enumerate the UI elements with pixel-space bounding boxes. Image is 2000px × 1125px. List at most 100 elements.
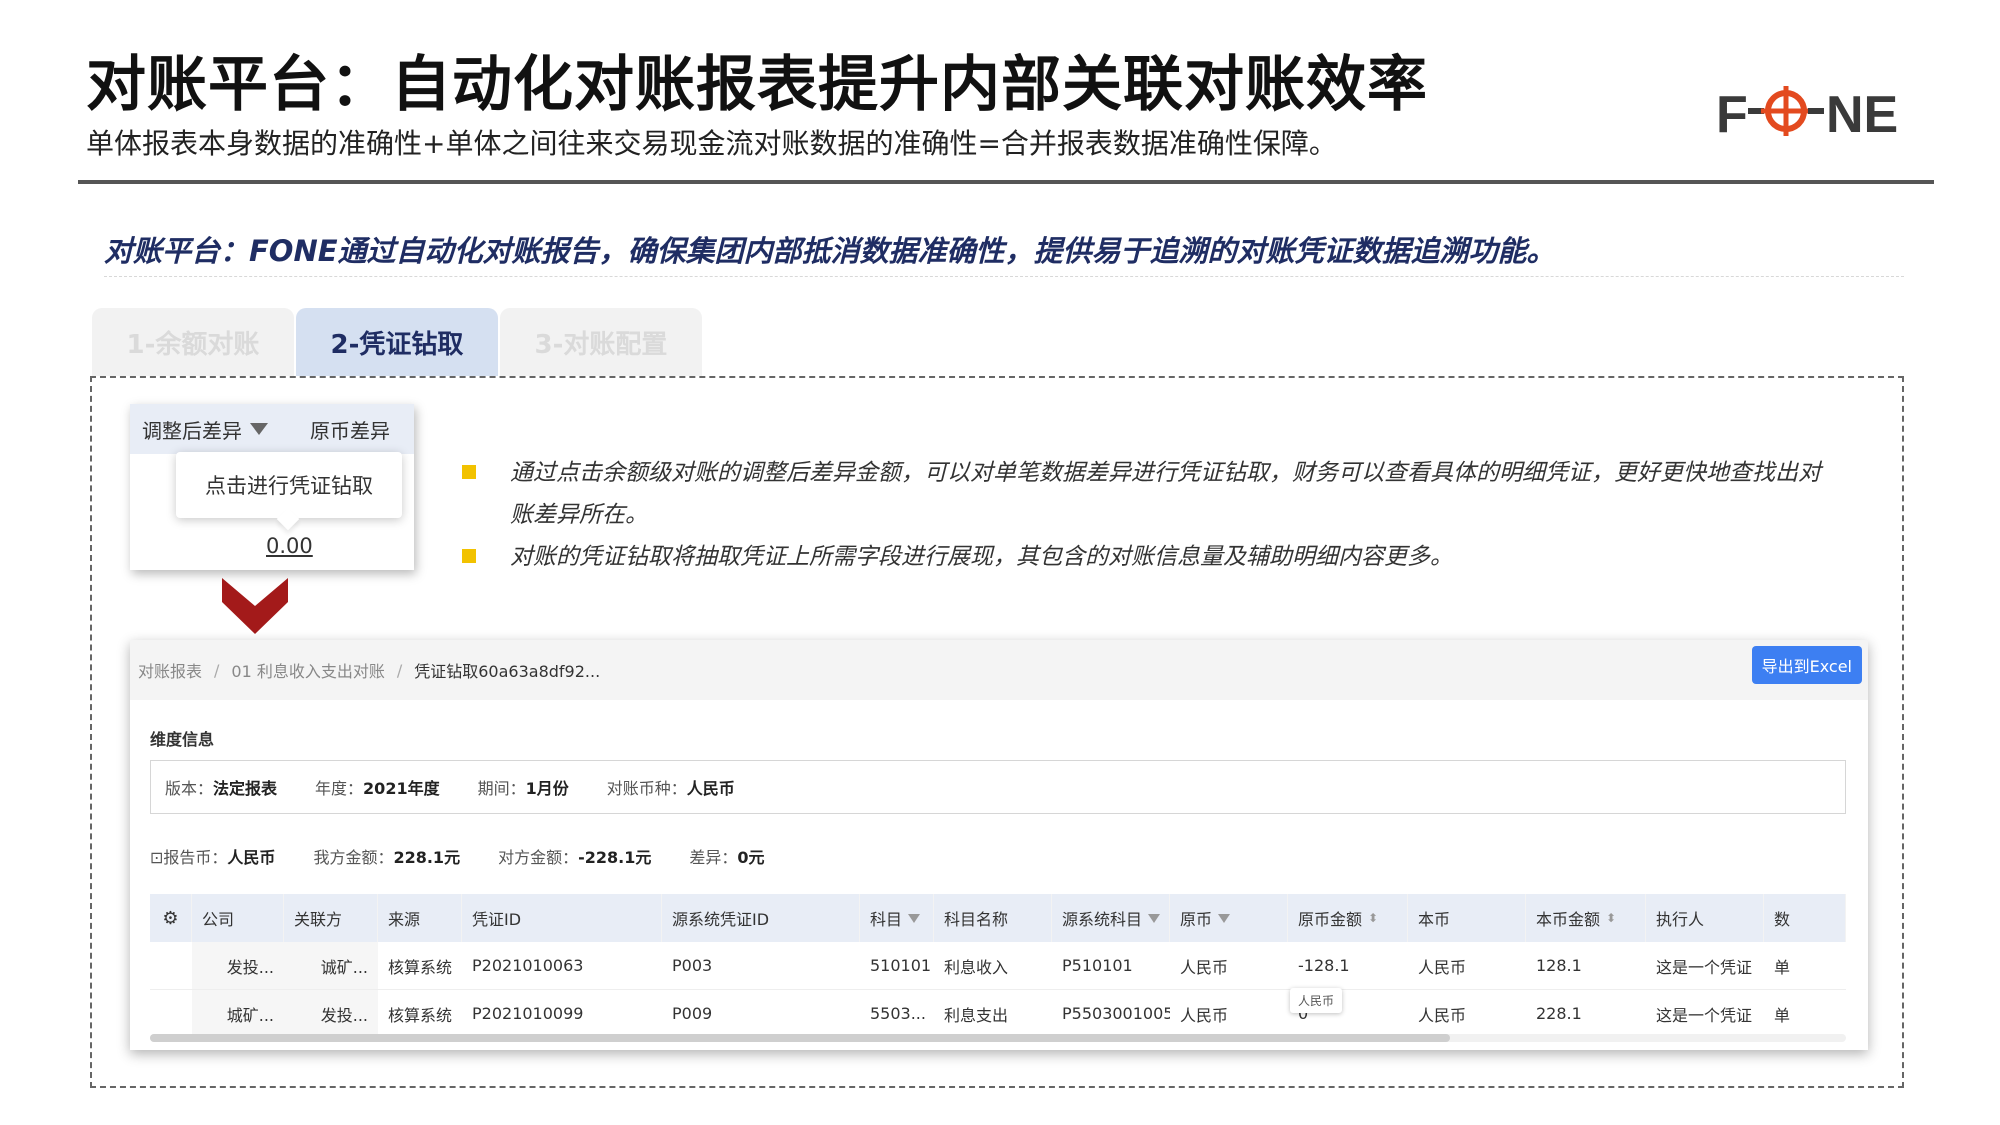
- cell-source: 核算系统: [378, 990, 462, 1037]
- table-row[interactable]: 城矿... 发投... 核算系统 P2021010099 P009 5503..…: [150, 990, 1846, 1038]
- cell-source: 核算系统: [378, 942, 462, 989]
- col-original-amount[interactable]: 原币金额⬍: [1288, 894, 1408, 942]
- dim-version: 版本：法定报表: [165, 775, 277, 799]
- scrollbar-thumb[interactable]: [150, 1034, 1450, 1042]
- cell-account-name: 利息支出: [934, 990, 1052, 1037]
- cell-source-account: P5503001005: [1052, 990, 1170, 1037]
- col-related-party[interactable]: 关联方: [284, 894, 378, 942]
- cell-local-currency: 人民币: [1408, 990, 1526, 1037]
- breadcrumb-item[interactable]: 01 利息收入支出对账: [231, 658, 384, 682]
- cell-executor: 这是一个凭证: [1646, 942, 1764, 989]
- table-row[interactable]: 发投... 诚矿... 核算系统 P2021010063 P003 510101…: [150, 942, 1846, 990]
- mini-col-original-diff[interactable]: 原币差异: [300, 415, 414, 444]
- dimension-info: 版本：法定报表 年度：2021年度 期间：1月份 对账币种：人民币: [150, 760, 1846, 814]
- col-source-voucher-id[interactable]: 源系统凭证ID: [662, 894, 860, 942]
- gear-icon[interactable]: ⚙: [162, 908, 178, 929]
- voucher-table: ⚙ 公司 关联方 来源 凭证ID 源系统凭证ID 科目 科目名称 源系统科目 原…: [150, 894, 1846, 1038]
- col-local-currency[interactable]: 本币: [1408, 894, 1526, 942]
- tab-voucher-drilldown[interactable]: 2-凭证钻取: [296, 308, 498, 376]
- amount-summary: ⊡报告币：人民币 我方金额：228.1元 对方金额：-228.1元 差异：0元: [150, 844, 803, 868]
- cell-company: 发投...: [192, 942, 284, 989]
- header-divider: [78, 180, 1934, 184]
- adjusted-diff-link[interactable]: 0.00: [266, 534, 313, 558]
- filter-icon[interactable]: [1218, 914, 1230, 923]
- cell-local-currency: 人民币: [1408, 942, 1526, 989]
- drilldown-tooltip: 点击进行凭证钻取: [176, 452, 402, 518]
- summary-report-currency: ⊡报告币：人民币: [150, 844, 275, 868]
- summary-our-amount: 我方金额：228.1元: [313, 844, 460, 868]
- mini-table-header: 调整后差异 原币差异: [130, 404, 414, 454]
- slide-subtitle: 单体报表本身数据的准确性+单体之间往来交易现金流对账数据的准确性=合并报表数据准…: [86, 122, 1337, 162]
- cell-company: 城矿...: [192, 990, 284, 1037]
- col-executor[interactable]: 执行人: [1646, 894, 1764, 942]
- bullet-text: 对账的凭证钻取将抽取凭证上所需字段进行展现，其包含的对账信息量及辅助明细内容更多…: [510, 544, 1453, 570]
- breadcrumb-separator: /: [214, 661, 219, 680]
- col-more[interactable]: 数: [1764, 894, 1846, 942]
- col-voucher-id[interactable]: 凭证ID: [462, 894, 662, 942]
- filter-icon[interactable]: [1148, 914, 1160, 923]
- bullet-item: 对账的凭证钻取将抽取凭证上所需字段进行展现，其包含的对账信息量及辅助明细内容更多…: [462, 536, 1842, 578]
- headline-divider: [104, 276, 1904, 277]
- sort-icon[interactable]: ⬍: [1368, 911, 1378, 925]
- bullet-square-icon: [462, 465, 476, 479]
- col-account-name[interactable]: 科目名称: [934, 894, 1052, 942]
- sort-icon[interactable]: ⬍: [1606, 911, 1616, 925]
- filter-icon[interactable]: [250, 423, 268, 435]
- cell-voucher-id: P2021010063: [462, 942, 662, 989]
- cell-more: 单: [1764, 942, 1846, 989]
- cell-account: 510101: [860, 942, 934, 989]
- dim-year: 年度：2021年度: [315, 775, 440, 799]
- bullet-item: 通过点击余额级对账的调整后差异金额，可以对单笔数据差异进行凭证钻取，财务可以查看…: [462, 452, 1842, 536]
- col-company[interactable]: 公司: [192, 894, 284, 942]
- filter-icon[interactable]: [908, 914, 920, 923]
- bullet-text: 通过点击余额级对账的调整后差异金额，可以对单笔数据差异进行凭证钻取，财务可以查看…: [510, 460, 1821, 528]
- bullet-square-icon: [462, 549, 476, 563]
- cell-related-party: 发投...: [284, 990, 378, 1037]
- mini-col-label: 调整后差异: [142, 415, 242, 444]
- breadcrumb: 对账报表 / 01 利息收入支出对账 / 凭证钻取60a63a8df92...: [130, 640, 1868, 700]
- chevron-down-icon: [222, 578, 288, 634]
- col-account[interactable]: 科目: [860, 894, 934, 942]
- cell-voucher-id: P2021010099: [462, 990, 662, 1037]
- summary-counterparty-amount: 对方金额：-228.1元: [498, 844, 651, 868]
- col-local-amount[interactable]: 本币金额⬍: [1526, 894, 1646, 942]
- voucher-drilldown-window: 对账报表 / 01 利息收入支出对账 / 凭证钻取60a63a8df92... …: [130, 640, 1868, 1050]
- cell-executor: 这是一个凭证: [1646, 990, 1764, 1037]
- breadcrumb-item[interactable]: 对账报表: [138, 658, 202, 682]
- slide-title: 对账平台：自动化对账报表提升内部关联对账效率: [86, 36, 1428, 123]
- cell-local-amount: 228.1: [1526, 990, 1646, 1037]
- fone-logo: F NE: [1716, 80, 1906, 144]
- dim-period: 期间：1月份: [478, 775, 569, 799]
- horizontal-scrollbar[interactable]: [150, 1034, 1846, 1042]
- col-source-account[interactable]: 源系统科目: [1052, 894, 1170, 942]
- svg-text:NE: NE: [1826, 86, 1898, 144]
- cell-more: 单: [1764, 990, 1846, 1037]
- tab-reconciliation-config[interactable]: 3-对账配置: [500, 308, 702, 376]
- breadcrumb-current: 凭证钻取60a63a8df92...: [414, 658, 600, 682]
- cell-source-account: P510101: [1052, 942, 1170, 989]
- breadcrumb-separator: /: [397, 661, 402, 680]
- export-excel-button[interactable]: 导出到Excel: [1752, 646, 1862, 684]
- cell-original-currency: 人民币: [1170, 990, 1288, 1037]
- col-source[interactable]: 来源: [378, 894, 462, 942]
- cell-original-currency: 人民币: [1170, 942, 1288, 989]
- dim-currency: 对账币种：人民币: [607, 775, 735, 799]
- column-settings[interactable]: ⚙: [150, 894, 192, 942]
- cell-hover-tooltip: 人民币: [1290, 988, 1342, 1013]
- cell-account: 5503...: [860, 990, 934, 1037]
- dimension-title: 维度信息: [150, 726, 214, 750]
- cell-account-name: 利息收入: [934, 942, 1052, 989]
- bullet-list: 通过点击余额级对账的调整后差异金额，可以对单笔数据差异进行凭证钻取，财务可以查看…: [462, 452, 1842, 578]
- cell-source-voucher-id: P009: [662, 990, 860, 1037]
- summary-difference: 差异：0元: [689, 844, 764, 868]
- mini-col-adjusted-diff[interactable]: 调整后差异: [130, 415, 300, 444]
- cell-source-voucher-id: P003: [662, 942, 860, 989]
- cell-original-amount: -128.1: [1288, 942, 1408, 989]
- col-original-currency[interactable]: 原币: [1170, 894, 1288, 942]
- headline: 对账平台：FONE通过自动化对账报告，确保集团内部抵消数据准确性，提供易于追溯的…: [104, 228, 1556, 270]
- cell-related-party: 诚矿...: [284, 942, 378, 989]
- svg-text:F: F: [1716, 86, 1748, 144]
- cell-local-amount: 128.1: [1526, 942, 1646, 989]
- table-header: ⚙ 公司 关联方 来源 凭证ID 源系统凭证ID 科目 科目名称 源系统科目 原…: [150, 894, 1846, 942]
- tab-balance-reconciliation[interactable]: 1-余额对账: [92, 308, 294, 376]
